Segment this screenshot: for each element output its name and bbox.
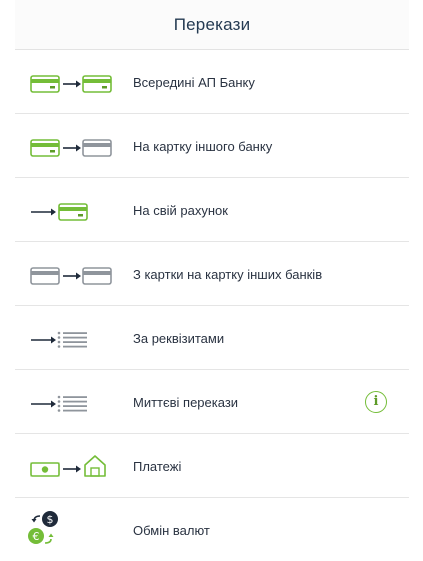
transfer-option-label: Всередині АП Банку [133, 74, 255, 90]
arrow-to-list-icon [15, 370, 133, 433]
page-title: Перекази [173, 14, 251, 34]
transfer-option-label: За реквізитами [133, 330, 225, 346]
transfer-option-card-to-card-other-banks[interactable]: З картки на картку інших банків [15, 242, 409, 306]
svg-text:$: $ [47, 513, 54, 526]
svg-text:€: € [33, 530, 40, 543]
transfer-option-within-ap-bank[interactable]: Всередині АП Банку [15, 50, 409, 114]
arrow-to-green-card-icon [15, 178, 133, 241]
cash-to-house-icon [15, 434, 133, 497]
transfer-option-own-account[interactable]: На свій рахунок [15, 178, 409, 242]
transfer-option-label: Миттєві перекази [133, 394, 239, 410]
green-card-to-gray-card-icon [15, 114, 133, 177]
green-card-to-green-card-icon [15, 50, 133, 113]
transfer-option-other-bank-card[interactable]: На картку іншого банку [15, 114, 409, 178]
transfer-option-label: На свій рахунок [133, 202, 228, 218]
transfer-option-label: Обмін валют [133, 522, 210, 538]
transfer-option-payments[interactable]: Платежі [15, 434, 409, 498]
transfer-option-instant-transfers[interactable]: Миттєві перекази i [15, 370, 409, 434]
arrow-to-list-icon [15, 306, 133, 369]
transfer-option-by-details[interactable]: За реквізитами [15, 306, 409, 370]
currency-exchange-icon: $ € [15, 498, 133, 561]
header: Перекази [15, 0, 409, 50]
transfer-option-currency-exchange[interactable]: $ € Обмін валют [15, 498, 409, 561]
transfers-screen: Перекази Всередині АП Банку На картку ін… [15, 0, 409, 557]
transfer-option-label: З картки на картку інших банків [133, 266, 323, 282]
gray-card-to-gray-card-icon [15, 242, 133, 305]
info-icon[interactable]: i [365, 390, 387, 413]
transfer-option-label: Платежі [133, 458, 182, 474]
transfer-options-list: Всередині АП Банку На картку іншого банк… [15, 50, 409, 561]
transfer-option-label: На картку іншого банку [133, 138, 273, 154]
